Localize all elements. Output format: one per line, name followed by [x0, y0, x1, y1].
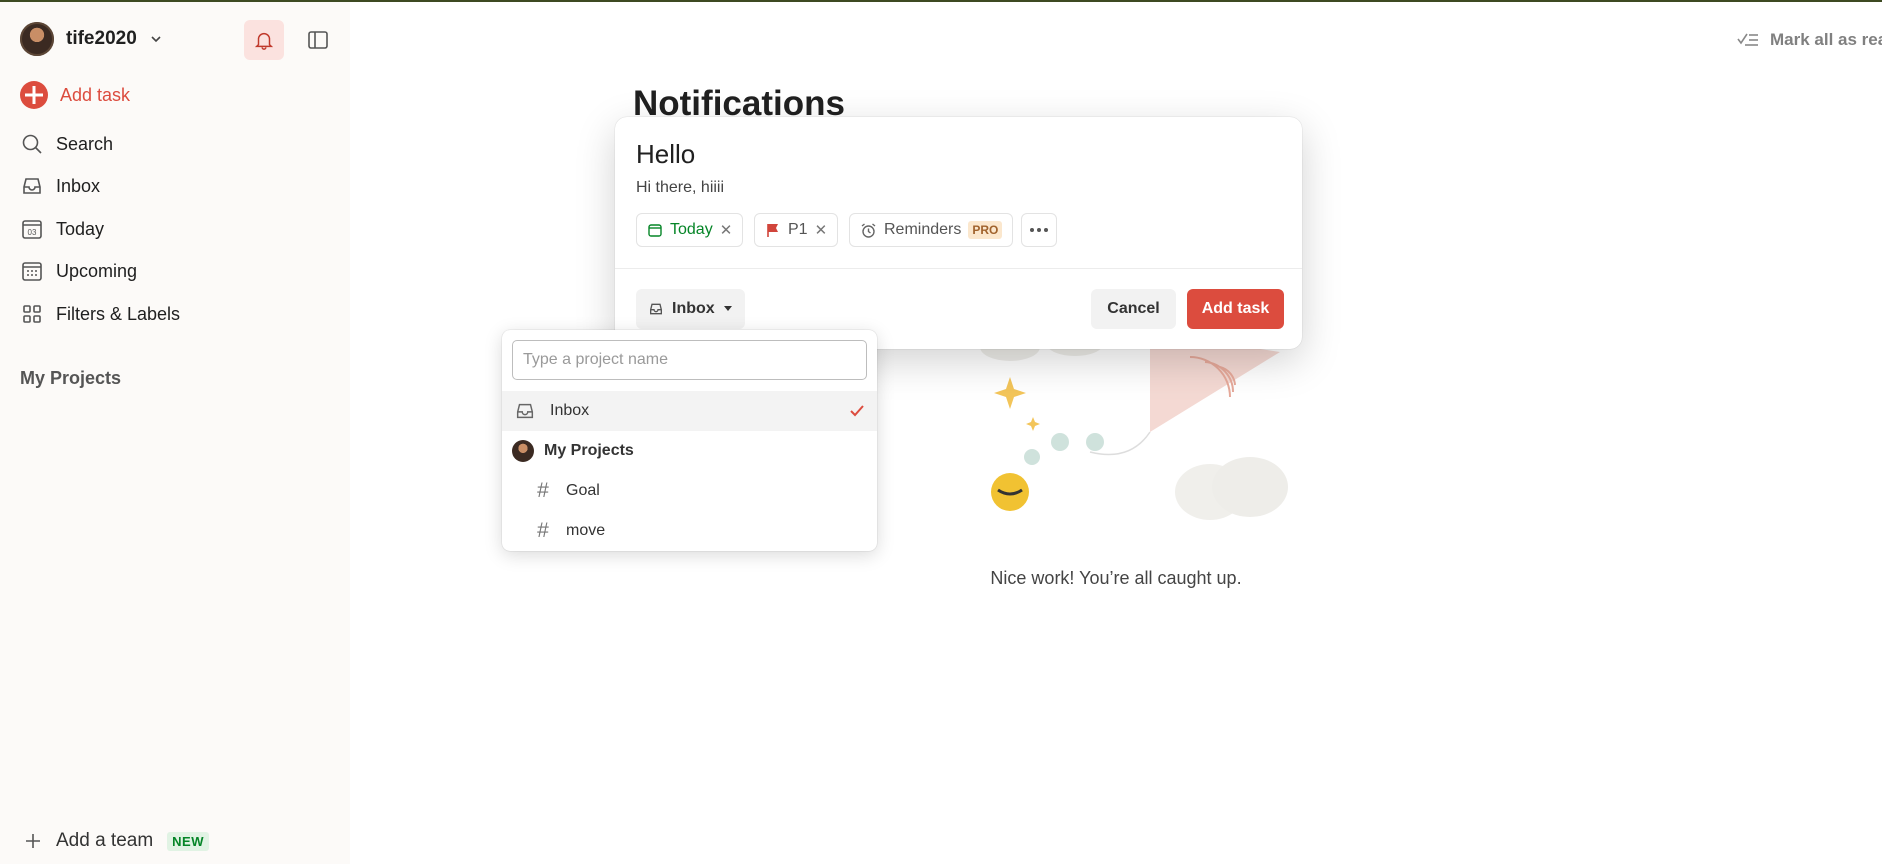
toggle-sidebar-button[interactable]	[298, 20, 338, 60]
sidebar-item-label: Upcoming	[56, 260, 138, 281]
add-team-label: Add a team	[56, 830, 154, 851]
divider	[615, 268, 1302, 269]
svg-text:03: 03	[28, 228, 37, 237]
chevron-down-icon	[151, 36, 161, 43]
project-option-goal[interactable]: # Goal	[502, 471, 877, 511]
sidebar-toggle-icon	[308, 31, 328, 49]
alarm-clock-icon	[861, 222, 876, 238]
sidebar-item-upcoming[interactable]: Upcoming	[20, 256, 137, 286]
pro-badge: PRO	[968, 221, 1003, 239]
sidebar: tife2020 Add task Search Inbox 03 Today …	[0, 2, 350, 864]
empty-state-message: Nice work! You’re all caught up.	[990, 568, 1242, 588]
cancel-button[interactable]: Cancel	[1091, 289, 1176, 329]
project-option-inbox[interactable]: Inbox	[502, 391, 877, 431]
plus-circle-icon	[20, 81, 48, 109]
new-badge: NEW	[167, 831, 210, 851]
task-name-field[interactable]: Hello	[636, 139, 695, 170]
task-description-field[interactable]: Hi there, hiiii	[636, 179, 724, 197]
sidebar-item-label: Inbox	[56, 175, 101, 196]
sidebar-item-label: Search	[56, 133, 114, 154]
plus-icon	[26, 834, 40, 848]
project-option-label: move	[566, 522, 606, 539]
sidebar-item-today[interactable]: 03 Today	[20, 214, 104, 244]
priority-label: P1	[788, 221, 808, 238]
my-projects-heading[interactable]: My Projects	[20, 368, 121, 389]
reminders-label: Reminders	[884, 221, 962, 238]
more-options-button[interactable]	[1021, 213, 1057, 247]
sidebar-item-filters-labels[interactable]: Filters & Labels	[20, 299, 180, 329]
bell-icon	[254, 32, 274, 50]
hashtag-icon: #	[537, 519, 549, 542]
calendar-grid-icon	[22, 262, 42, 281]
calendar-today-icon: 03	[22, 220, 42, 239]
project-dropdown: Inbox My Projects # Goal # move	[502, 330, 877, 551]
add-task-button[interactable]: Add task	[1187, 289, 1284, 329]
project-selector-button[interactable]: Inbox	[636, 289, 745, 329]
username: tife2020	[66, 28, 137, 49]
check-list-icon	[1737, 33, 1758, 46]
project-option-label: Goal	[566, 482, 600, 499]
project-search-input[interactable]	[512, 340, 867, 380]
add-task-label: Add task	[60, 84, 131, 105]
sidebar-add-task[interactable]: Add task	[20, 80, 130, 110]
mark-all-read-button[interactable]: Mark all as read	[1736, 30, 1882, 50]
project-option-move[interactable]: # move	[502, 511, 877, 551]
due-date-chip[interactable]: Today ✕	[636, 213, 744, 247]
project-selector-label: Inbox	[672, 300, 715, 317]
grid-icon	[23, 305, 41, 323]
reminders-chip[interactable]: Reminders PRO	[849, 213, 1014, 247]
mark-all-read-label: Mark all as read	[1770, 30, 1882, 49]
sidebar-item-label: Filters & Labels	[56, 303, 181, 324]
caret-down-icon	[723, 306, 732, 311]
due-date-label: Today	[670, 221, 713, 238]
search-icon	[22, 134, 42, 154]
sidebar-item-label: Today	[56, 218, 105, 239]
sidebar-item-search[interactable]: Search	[20, 129, 113, 159]
close-icon[interactable]: ✕	[720, 221, 733, 239]
notifications-button[interactable]	[244, 20, 284, 60]
hashtag-icon: #	[537, 479, 549, 502]
project-group-label: My Projects	[544, 442, 634, 459]
inbox-icon	[23, 178, 41, 194]
quick-add-task-modal: Hello Hi there, hiiii Today ✕ P1 ✕ Remin…	[615, 117, 1302, 349]
avatar	[20, 22, 54, 56]
empty-state-illustration	[980, 332, 1288, 520]
checkmark-icon	[850, 405, 864, 417]
sidebar-item-inbox[interactable]: Inbox	[20, 171, 100, 201]
close-icon[interactable]: ✕	[815, 221, 828, 239]
inbox-icon	[516, 403, 534, 419]
more-horizontal-icon	[1030, 228, 1048, 232]
inbox-icon	[650, 303, 662, 315]
avatar	[512, 440, 534, 462]
project-group-my-projects[interactable]: My Projects	[502, 431, 877, 471]
calendar-icon	[648, 224, 662, 237]
add-team-button[interactable]: Add a team NEW	[24, 830, 210, 852]
user-menu[interactable]: tife2020	[20, 22, 163, 56]
project-option-label: Inbox	[550, 402, 590, 419]
flag-icon	[767, 224, 778, 237]
priority-chip[interactable]: P1 ✕	[754, 213, 839, 247]
